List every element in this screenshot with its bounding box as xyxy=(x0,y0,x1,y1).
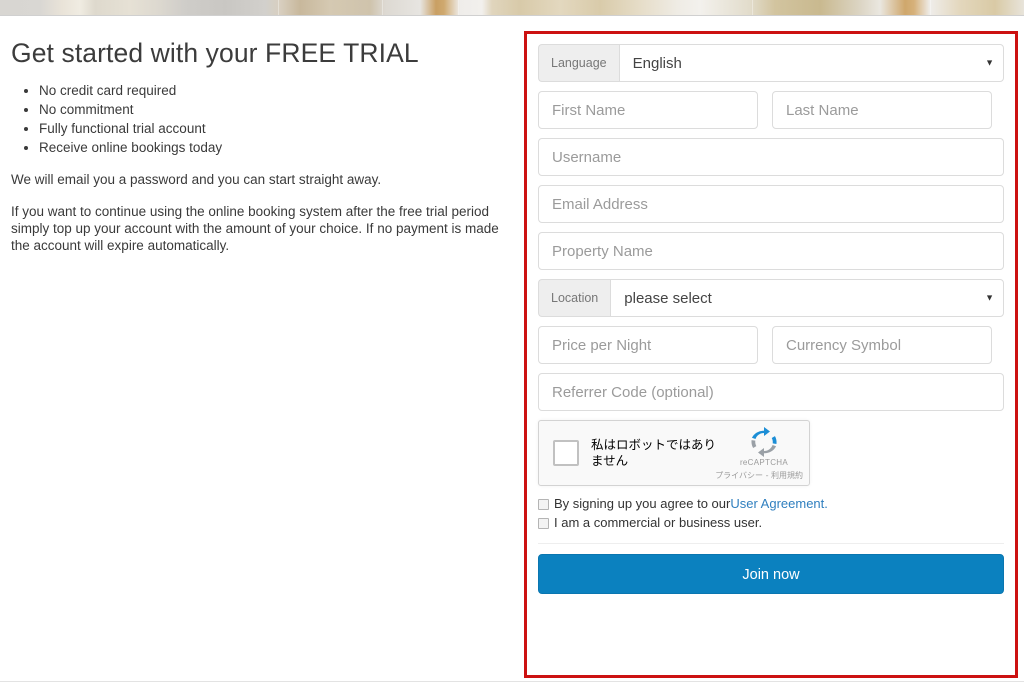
user-agreement-text: By signing up you agree to our xyxy=(554,496,731,511)
language-select[interactable]: English ▼ xyxy=(618,44,1004,82)
recaptcha-legal-links[interactable]: プライバシー - 利用規約 xyxy=(715,470,803,481)
recaptcha-label: 私はロボットではありません xyxy=(591,437,717,468)
list-item: No commitment xyxy=(39,100,511,119)
language-select-value: English xyxy=(632,54,682,72)
email-input[interactable]: Email Address xyxy=(538,185,1004,223)
page-bottom-divider xyxy=(0,681,1024,682)
price-currency-row: Price per Night Currency Symbol xyxy=(538,326,1004,364)
currency-symbol-input[interactable]: Currency Symbol xyxy=(772,326,992,364)
email-row: Email Address xyxy=(538,185,1004,223)
signup-form: Language English ▼ First Name Last Name … xyxy=(538,44,1004,594)
commercial-user-text: I am a commercial or business user. xyxy=(554,515,763,530)
username-row: Username xyxy=(538,138,1004,176)
property-name-input[interactable]: Property Name xyxy=(538,232,1004,270)
referrer-code-row: Referrer Code (optional) xyxy=(538,373,1004,411)
user-agreement-link[interactable]: User Agreement. xyxy=(730,496,828,512)
chevron-down-icon: ▼ xyxy=(985,57,994,68)
password-info-paragraph: We will email you a password and you can… xyxy=(11,172,382,187)
topup-info-paragraph: If you want to continue using the online… xyxy=(11,204,499,253)
location-select[interactable]: please select ▼ xyxy=(610,279,1004,317)
photo-divider xyxy=(382,0,383,15)
recaptcha-brand-name: reCAPTCHA xyxy=(739,458,789,467)
recaptcha-widget[interactable]: 私はロボットではありません reCAPTCHA プライバシー - 利用規約 xyxy=(538,420,810,486)
page-title: Get started with your FREE TRIAL xyxy=(11,38,419,68)
price-per-night-input[interactable]: Price per Night xyxy=(538,326,758,364)
signup-panel-highlight: Language English ▼ First Name Last Name … xyxy=(524,31,1018,678)
photo-divider xyxy=(278,0,279,15)
location-addon-label: Location xyxy=(538,279,611,317)
user-agreement-checkbox[interactable] xyxy=(538,498,549,510)
recaptcha-checkbox[interactable] xyxy=(553,440,579,466)
marketing-column: Get started with your FREE TRIAL No cred… xyxy=(11,38,511,269)
field-gap xyxy=(758,326,772,364)
last-name-input[interactable]: Last Name xyxy=(772,91,992,129)
photo-divider xyxy=(752,0,753,15)
name-row: First Name Last Name xyxy=(538,91,1004,129)
commercial-user-checkbox[interactable] xyxy=(538,517,549,529)
field-gap xyxy=(758,91,772,129)
hero-photo-strip xyxy=(0,0,1024,16)
user-agreement-row[interactable]: By signing up you agree to our User Agre… xyxy=(538,496,1004,512)
form-divider xyxy=(538,543,1004,544)
property-name-row: Property Name xyxy=(538,232,1004,270)
photo-divider xyxy=(930,0,931,15)
language-row: Language English ▼ xyxy=(538,44,1004,82)
benefit-list: No credit card required No commitment Fu… xyxy=(11,81,511,157)
list-item: Receive online bookings today xyxy=(39,138,511,157)
first-name-input[interactable]: First Name xyxy=(538,91,758,129)
username-input[interactable]: Username xyxy=(538,138,1004,176)
language-input-group: Language English ▼ xyxy=(538,44,1004,82)
recaptcha-brand: reCAPTCHA xyxy=(727,427,801,467)
commercial-user-row[interactable]: I am a commercial or business user. xyxy=(538,515,1004,531)
join-now-button[interactable]: Join now xyxy=(538,554,1004,594)
location-input-group: Location please select ▼ xyxy=(538,279,1004,317)
chevron-down-icon: ▼ xyxy=(985,292,994,303)
language-addon-label: Language xyxy=(538,44,619,82)
location-row: Location please select ▼ xyxy=(538,279,1004,317)
list-item: Fully functional trial account xyxy=(39,119,511,138)
list-item: No credit card required xyxy=(39,81,511,100)
recaptcha-icon xyxy=(751,427,777,457)
referrer-code-input[interactable]: Referrer Code (optional) xyxy=(538,373,1004,411)
photo-divider xyxy=(458,0,459,15)
location-select-value: please select xyxy=(624,289,712,307)
